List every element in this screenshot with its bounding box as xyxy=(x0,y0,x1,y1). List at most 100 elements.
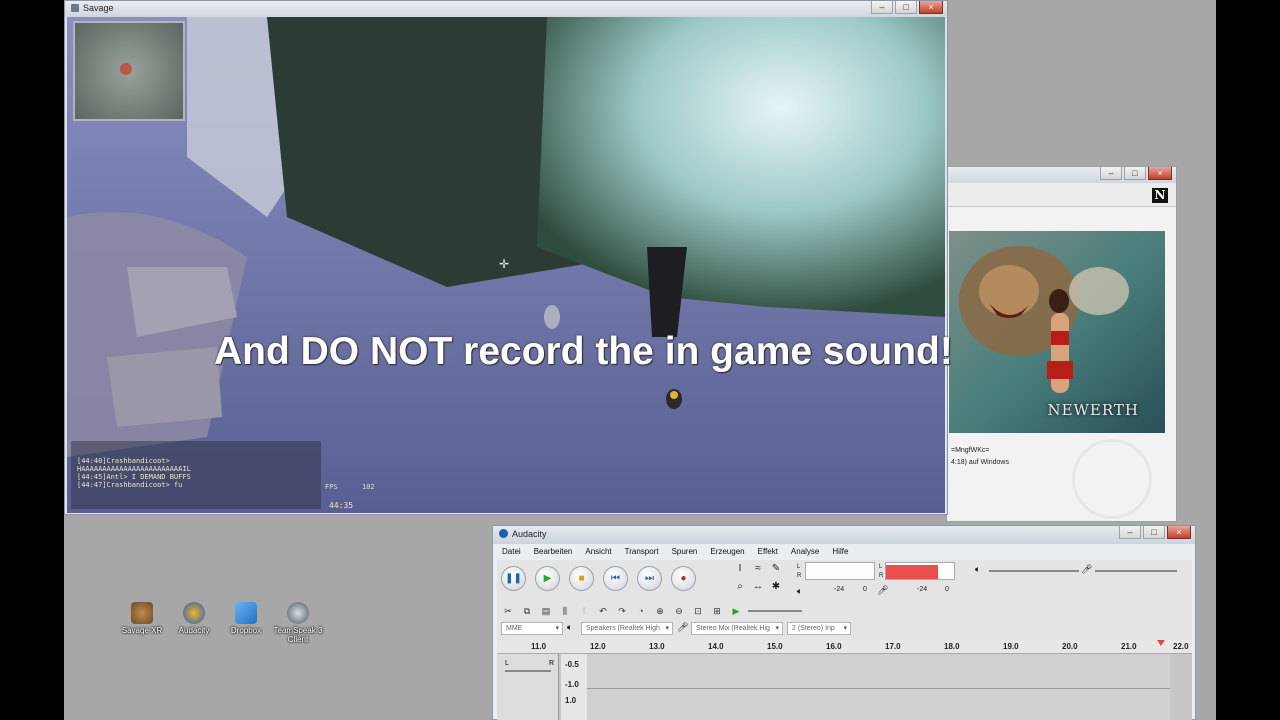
paste-icon[interactable]: ▤ xyxy=(539,604,553,618)
zoom-tool-icon[interactable]: ⌕ xyxy=(733,580,747,594)
input-volume-slider[interactable] xyxy=(1095,570,1177,572)
zoom-out-icon[interactable]: ⊖ xyxy=(672,604,686,618)
maximize-button[interactable]: □ xyxy=(1143,526,1165,539)
play-speed-slider[interactable] xyxy=(748,610,802,612)
playback-meter[interactable] xyxy=(805,562,875,580)
menu-erzeugen[interactable]: Erzeugen xyxy=(702,545,749,559)
waveform-area[interactable] xyxy=(587,654,1170,720)
scale-label: 1.0 xyxy=(565,696,577,705)
input-device-select[interactable]: Stereo Mix (Realtek Hig xyxy=(691,622,783,635)
trim-icon[interactable]: ⫼ xyxy=(558,604,572,618)
undo-icon[interactable]: ↶ xyxy=(596,604,610,618)
desktop-icon-label: Savage XR xyxy=(121,626,163,635)
zoom-in-icon[interactable]: ⊕ xyxy=(653,604,667,618)
toolbar-area: ❚❚ ▶ ■ ⏮ ⏭ ● I ≈ ✎ ⌕ ↔ ✱ L R L R 🔈︎ -24 xyxy=(497,560,1192,640)
ruler-tick: 20.0 xyxy=(1062,642,1078,651)
skip-to-end-button[interactable]: ⏭ xyxy=(637,566,662,591)
audacity-app-icon xyxy=(183,602,205,624)
desktop-icon-dropbox[interactable]: Dropbox xyxy=(216,602,276,635)
vertical-scale: -0.5 -1.0 1.0 xyxy=(561,654,587,720)
input-channels-select[interactable]: 2 (Stereo) Inp xyxy=(787,622,851,635)
game-viewport[interactable]: ✛ [44:40]Crashbandicoot> HAAAAAAAAAAAAAA… xyxy=(67,17,945,513)
dropbox-app-icon xyxy=(235,602,257,624)
selection-tool-icon[interactable]: I xyxy=(733,562,747,576)
close-button[interactable]: × xyxy=(919,1,943,14)
right-letterbox xyxy=(1216,0,1280,720)
play-at-speed-icon[interactable]: ▶ xyxy=(729,604,743,618)
recording-meter[interactable] xyxy=(885,562,955,580)
desktop-icon-label: Dropbox xyxy=(230,626,262,635)
redo-icon[interactable]: ↷ xyxy=(615,604,629,618)
menu-analyse[interactable]: Analyse xyxy=(783,545,824,559)
track-control-panel[interactable]: L R xyxy=(497,654,559,720)
maximize-button[interactable]: □ xyxy=(1124,167,1146,180)
minimap[interactable] xyxy=(73,21,185,121)
menu-spuren[interactable]: Spuren xyxy=(664,545,703,559)
play-button[interactable]: ▶ xyxy=(535,566,560,591)
desktop-icon-teamspeak[interactable]: TeamSpeak 3 Client xyxy=(268,602,328,644)
close-button[interactable]: × xyxy=(1148,167,1172,180)
sync-lock-icon[interactable]: ◔ xyxy=(634,604,648,618)
desktop-icon-label: Audacity xyxy=(178,626,210,635)
playhead-marker-icon xyxy=(1157,640,1165,646)
desktop-icon-savage[interactable]: Savage XR xyxy=(112,602,172,635)
poster-title: NEWERTH xyxy=(1047,401,1139,419)
launcher-titlebar[interactable]: – □ × xyxy=(947,167,1176,183)
record-meter-lr-labels: L R xyxy=(879,563,883,581)
newerth-launcher-window[interactable]: – □ × N NEWERTH =MngfWKc= 4:18) auf Wind… xyxy=(946,166,1177,522)
menu-hilfe[interactable]: Hilfe xyxy=(824,545,853,559)
menu-transport[interactable]: Transport xyxy=(617,545,664,559)
launcher-status-line-2: 4:18) auf Windows xyxy=(951,459,1009,466)
scale-label: -1.0 xyxy=(565,680,579,689)
output-device-select[interactable]: Speakers (Realtek High xyxy=(581,622,673,635)
silence-icon[interactable]: ⫶ xyxy=(577,604,591,618)
newerth-logo: N xyxy=(1152,188,1168,203)
ruler-tick: 14.0 xyxy=(708,642,724,651)
audio-host-select[interactable]: MME xyxy=(501,622,563,635)
cut-icon[interactable]: ✂ xyxy=(501,604,515,618)
ruler-tick: 21.0 xyxy=(1121,642,1137,651)
multi-tool-icon[interactable]: ✱ xyxy=(769,580,783,594)
gain-right-label: R xyxy=(549,660,555,667)
minimize-button[interactable]: – xyxy=(871,1,893,14)
output-volume-slider[interactable] xyxy=(989,570,1079,572)
meter-db-label: -24 xyxy=(917,586,928,593)
skip-to-start-button[interactable]: ⏮ xyxy=(603,566,628,591)
maximize-button[interactable]: □ xyxy=(895,1,917,14)
scale-label: -0.5 xyxy=(565,660,579,669)
envelope-tool-icon[interactable]: ≈ xyxy=(751,562,765,576)
chat-line: HAAAAAAAAAAAAAAAAAAAAAAAAIL xyxy=(77,465,191,473)
menu-effekt[interactable]: Effekt xyxy=(750,545,783,559)
left-letterbox xyxy=(0,0,64,720)
pause-button[interactable]: ❚❚ xyxy=(501,566,526,591)
copy-icon[interactable]: ⧉ xyxy=(520,604,534,618)
minimize-button[interactable]: – xyxy=(1100,167,1122,180)
fit-selection-icon[interactable]: ⊡ xyxy=(691,604,705,618)
audacity-titlebar[interactable]: Audacity – □ × xyxy=(493,526,1195,544)
timeline-ruler[interactable]: 11.0 12.0 13.0 14.0 15.0 16.0 17.0 18.0 … xyxy=(497,640,1192,654)
draw-tool-icon[interactable]: ✎ xyxy=(769,562,783,576)
desktop-icon-audacity[interactable]: Audacity xyxy=(164,602,224,635)
stop-button[interactable]: ■ xyxy=(569,566,594,591)
menu-datei[interactable]: Datei xyxy=(494,545,526,559)
audacity-window[interactable]: Audacity – □ × Datei Bearbeiten Ansicht … xyxy=(492,525,1196,720)
speaker-icon: 🔈︎ xyxy=(797,586,803,596)
ruler-tick: 17.0 xyxy=(885,642,901,651)
close-button[interactable]: × xyxy=(1167,526,1191,539)
savage-titlebar[interactable]: Savage – □ × xyxy=(65,1,947,17)
savage-game-window[interactable]: Savage – □ × ✛ [44:40]Crashbandicoot> HA… xyxy=(64,0,948,515)
menu-ansicht[interactable]: Ansicht xyxy=(577,545,616,559)
ruler-tick: 19.0 xyxy=(1003,642,1019,651)
minimize-button[interactable]: – xyxy=(1119,526,1141,539)
pan-slider[interactable] xyxy=(505,670,551,672)
ruler-tick: 12.0 xyxy=(590,642,606,651)
record-button[interactable]: ● xyxy=(671,566,696,591)
track-area[interactable]: L R -0.5 -1.0 1.0 xyxy=(497,654,1192,720)
fit-project-icon[interactable]: ⊞ xyxy=(710,604,724,618)
menu-bearbeiten[interactable]: Bearbeiten xyxy=(526,545,578,559)
mixer-toolbar: 🔈︎ 🎤︎ xyxy=(973,564,1188,578)
savage-window-icon xyxy=(71,4,79,12)
timeshift-tool-icon[interactable]: ↔ xyxy=(751,580,765,594)
chat-line: [44:40]Crashbandicoot> xyxy=(77,457,170,465)
meter-right-label: R xyxy=(879,573,884,579)
